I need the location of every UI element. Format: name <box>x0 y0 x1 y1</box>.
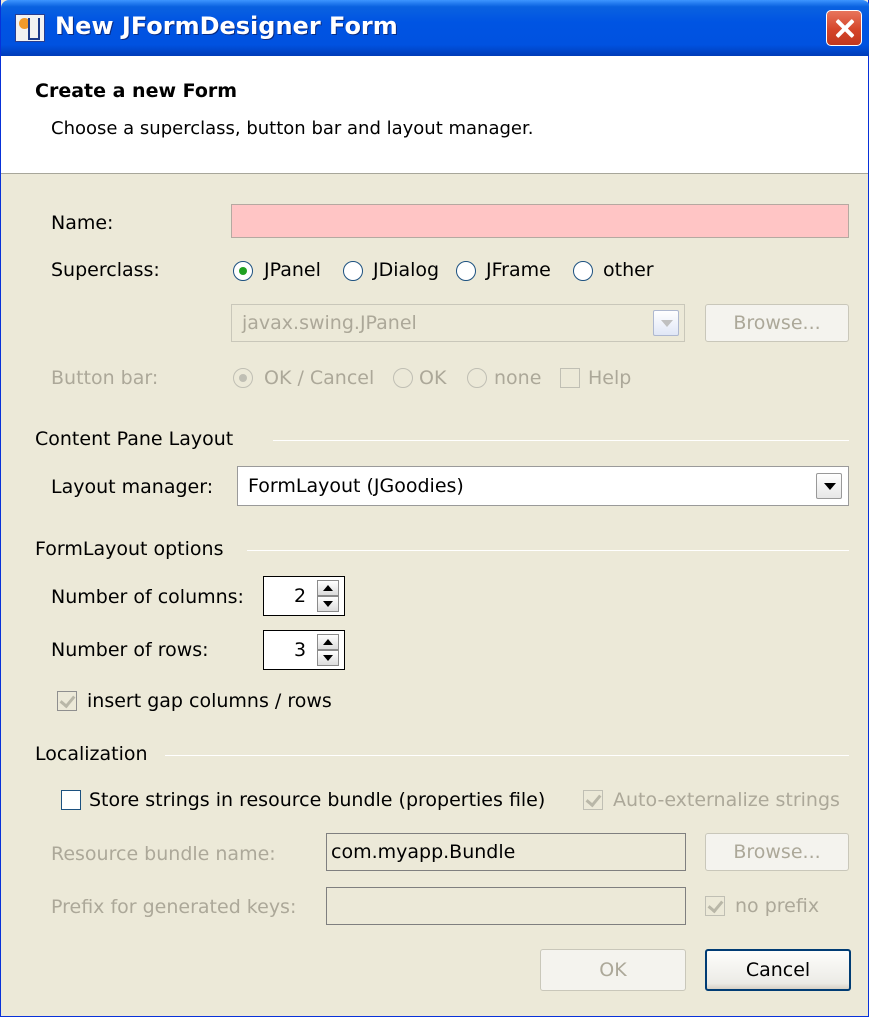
banner-title: Create a new Form <box>35 80 238 102</box>
button-bar-ok-cancel-label: OK / Cancel <box>264 367 375 389</box>
localization-section-label: Localization <box>35 743 148 765</box>
spinner-up-icon[interactable] <box>317 634 339 650</box>
new-form-dialog: New JFormDesigner Form Create a new Form… <box>0 0 869 1017</box>
bundle-browse-button: Browse... <box>705 833 849 871</box>
rows-value: 3 <box>294 639 307 661</box>
store-in-bundle-label[interactable]: Store strings in resource bundle (proper… <box>89 789 545 811</box>
button-bar-ok-cancel-radio <box>233 368 253 388</box>
button-bar-label: Button bar: <box>51 367 159 389</box>
superclass-jpanel-label[interactable]: JPanel <box>264 259 321 281</box>
superclass-jframe-radio[interactable] <box>456 261 476 281</box>
help-checkbox <box>560 368 580 388</box>
ok-button: OK <box>540 949 686 991</box>
button-bar-none-radio <box>467 368 487 388</box>
no-prefix-label: no prefix <box>735 895 820 917</box>
superclass-class-combo: javax.swing.JPanel <box>231 304 685 342</box>
header-banner: Create a new Form Choose a superclass, b… <box>1 56 868 174</box>
superclass-other-label[interactable]: other <box>603 259 654 281</box>
superclass-jdialog-radio[interactable] <box>343 261 363 281</box>
prefix-field <box>326 887 686 925</box>
rows-label: Number of rows: <box>51 639 209 661</box>
close-icon[interactable] <box>826 10 862 46</box>
layout-manager-value: FormLayout (JGoodies) <box>248 475 464 497</box>
columns-spinner[interactable]: 2 <box>263 576 345 616</box>
superclass-other-radio[interactable] <box>573 261 593 281</box>
columns-label: Number of columns: <box>51 586 244 608</box>
bundle-name-value: com.myapp.Bundle <box>331 841 516 863</box>
content-pane-section-label: Content Pane Layout <box>35 428 234 450</box>
store-in-bundle-checkbox[interactable] <box>61 790 81 810</box>
spinner-down-icon[interactable] <box>317 596 339 612</box>
help-label: Help <box>588 367 632 389</box>
name-label: Name: <box>51 212 114 234</box>
superclass-browse-button: Browse... <box>705 304 849 342</box>
no-prefix-checkbox <box>705 896 725 916</box>
columns-value: 2 <box>294 585 307 607</box>
spinner-up-icon[interactable] <box>317 580 339 596</box>
button-bar-ok-label: OK <box>419 367 447 389</box>
auto-externalize-label: Auto-externalize strings <box>613 789 840 811</box>
superclass-jdialog-label[interactable]: JDialog <box>373 259 439 281</box>
title-bar[interactable]: New JFormDesigner Form <box>1 0 869 56</box>
layout-manager-label: Layout manager: <box>51 476 214 498</box>
gap-label[interactable]: insert gap columns / rows <box>87 690 332 712</box>
window-title: New JFormDesigner Form <box>55 12 398 40</box>
banner-subtitle: Choose a superclass, button bar and layo… <box>51 118 534 139</box>
bundle-name-label: Resource bundle name: <box>51 843 276 865</box>
button-bar-none-label: none <box>494 367 542 389</box>
superclass-class-value: javax.swing.JPanel <box>242 312 417 334</box>
superclass-jpanel-radio[interactable] <box>233 261 253 281</box>
formlayout-separator <box>247 550 849 551</box>
bundle-name-field: com.myapp.Bundle <box>326 833 686 871</box>
auto-externalize-checkbox <box>583 790 603 810</box>
jformdesigner-app-icon <box>15 14 45 42</box>
chevron-down-icon <box>653 310 679 336</box>
button-bar-ok-radio <box>393 368 413 388</box>
superclass-jframe-label[interactable]: JFrame <box>486 259 551 281</box>
content-pane-separator <box>273 440 849 441</box>
cancel-button[interactable]: Cancel <box>705 949 851 991</box>
prefix-label: Prefix for generated keys: <box>51 896 297 918</box>
name-field[interactable] <box>231 204 849 238</box>
formlayout-section-label: FormLayout options <box>35 538 224 560</box>
localization-separator <box>165 755 849 756</box>
rows-spinner[interactable]: 3 <box>263 630 345 670</box>
gap-checkbox[interactable] <box>57 691 77 711</box>
spinner-down-icon[interactable] <box>317 650 339 666</box>
layout-manager-combo[interactable]: FormLayout (JGoodies) <box>237 466 849 506</box>
superclass-label: Superclass: <box>51 259 160 281</box>
chevron-down-icon[interactable] <box>816 473 842 499</box>
